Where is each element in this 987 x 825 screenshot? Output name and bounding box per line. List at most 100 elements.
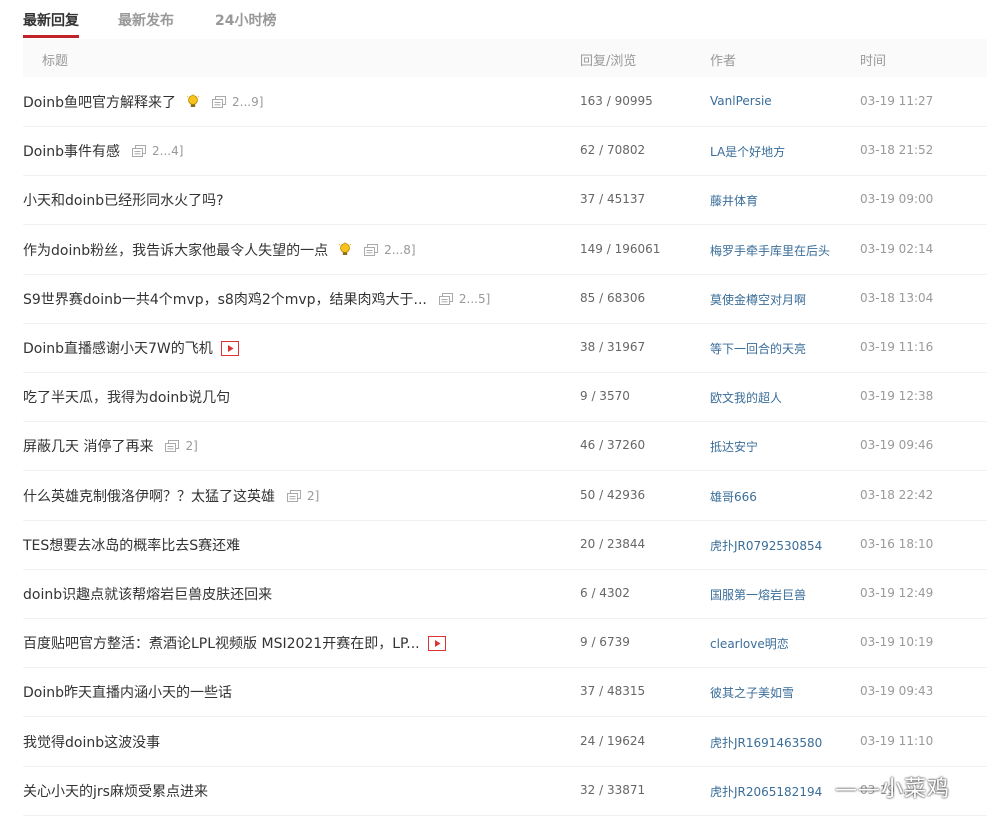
reply-view-count: 20 / 23844 — [580, 537, 646, 551]
thread-title-link[interactable]: 什么英雄克制俄洛伊啊？？太猛了这英雄 — [23, 486, 275, 506]
title-cell: Doinb鱼吧官方解释来了 2...9] — [23, 78, 543, 126]
multi-page-icon — [132, 145, 146, 157]
multi-page-icon — [165, 440, 180, 452]
author-link[interactable]: 彼其之子美如雪 — [710, 684, 794, 701]
column-header-stats: 回复/浏览 — [580, 54, 637, 69]
reply-view-count: 24 / 19624 — [580, 734, 646, 748]
page-range[interactable]: 2...5] — [459, 292, 490, 306]
thread-title-link[interactable]: Doinb事件有感 — [23, 141, 120, 161]
table-row[interactable]: Doinb直播感谢小天7W的飞机 38 / 31967 等下一回合的天亮 03-19 … — [23, 324, 987, 373]
table-row[interactable]: Doinb事件有感 2...4] 62 / 70802 LA是个好地方 03-18 21… — [23, 127, 987, 176]
reply-view-count: 50 / 42936 — [580, 488, 646, 502]
page-range[interactable]: 2...8] — [384, 243, 415, 257]
watermark: ——小菜鸡 — [835, 777, 951, 802]
table-row[interactable]: 屏蔽几天 消停了再来 2] 46 / 37260 抵达安宁 03-19 09:46 — [23, 422, 987, 471]
post-time: 03-19 11:27 — [860, 94, 934, 108]
title-cell: S9世界赛doinb一共4个mvp，s8肉鸡2个mvp，结果肉鸡大于... 2..… — [23, 275, 543, 323]
author-link[interactable]: 虎扑JR1691463580 — [710, 734, 822, 751]
page-range[interactable]: 2...4] — [152, 144, 183, 158]
table-row[interactable]: S9世界赛doinb一共4个mvp，s8肉鸡2个mvp，结果肉鸡大于... 2..… — [23, 275, 987, 324]
author-link[interactable]: 抵达安宁 — [710, 438, 758, 455]
reply-view-count: 163 / 90995 — [580, 94, 653, 108]
author-link[interactable]: LA是个好地方 — [710, 143, 785, 160]
active-tab-indicator — [23, 35, 79, 38]
table-header: 标题 回复/浏览 作者 时间 — [23, 39, 987, 77]
author-link[interactable]: 雄哥666 — [710, 488, 757, 505]
author-link[interactable]: 虎扑JR2065182194 — [710, 783, 822, 800]
post-time: 03-19 11:16 — [860, 340, 934, 354]
title-cell: TES想要去冰岛的概率比去S赛还难 — [23, 521, 543, 569]
thread-title-link[interactable]: Doinb直播感谢小天7W的飞机 — [23, 338, 213, 358]
video-icon[interactable] — [427, 635, 446, 651]
post-time: 03-19 12:49 — [860, 586, 934, 600]
title-cell: Doinb事件有感 2...4] — [23, 127, 543, 175]
thread-title-link[interactable]: 吃了半天瓜，我得为doinb说几句 — [23, 387, 230, 407]
table-row[interactable]: 百度贴吧官方整活：煮酒论LPL视频版 MSI2021开赛在即，LP... 9 / … — [23, 619, 987, 668]
author-link[interactable]: VanlPersie — [710, 94, 772, 108]
thread-title-link[interactable]: TES想要去冰岛的概率比去S赛还难 — [23, 535, 240, 555]
reply-view-count: 38 / 31967 — [580, 340, 646, 354]
tab-bar: 最新回复 最新发布 24小时榜 — [23, 0, 987, 38]
post-time: 03-19 09:43 — [860, 684, 934, 698]
post-time: 03-19 09:00 — [860, 192, 934, 206]
tab-24h-ranking[interactable]: 24小时榜 — [215, 10, 276, 30]
table-row[interactable]: Doinb鱼吧官方解释来了 2...9] 163 / 90995 VanlPersie… — [23, 78, 987, 127]
reply-view-count: 85 / 68306 — [580, 291, 646, 305]
thread-title-link[interactable]: Doinb昨天直播内涵小天的一些话 — [23, 682, 232, 702]
title-cell: 我觉得doinb这波没事 — [23, 718, 543, 766]
thread-title-link[interactable]: 我觉得doinb这波没事 — [23, 732, 160, 752]
post-time: 03-19 02:14 — [860, 242, 934, 256]
page-links[interactable]: 2] — [165, 439, 198, 453]
author-link[interactable]: clearlove明恋 — [710, 635, 789, 652]
title-cell: 屏蔽几天 消停了再来 2] — [23, 422, 543, 470]
table-row[interactable]: 小天和doinb已经形同水火了吗? 37 / 45137 藤井体育 03-19 09:… — [23, 176, 987, 225]
page-links[interactable]: 2...9] — [212, 95, 263, 109]
title-cell: 小天和doinb已经形同水火了吗? — [23, 176, 543, 224]
thread-title-link[interactable]: S9世界赛doinb一共4个mvp，s8肉鸡2个mvp，结果肉鸡大于... — [23, 289, 427, 309]
lightbulb-icon — [338, 242, 352, 258]
thread-title-link[interactable]: 屏蔽几天 消停了再来 — [23, 436, 153, 456]
author-link[interactable]: 欧文我的超人 — [710, 389, 782, 406]
reply-view-count: 149 / 196061 — [580, 242, 661, 256]
column-header-time: 时间 — [860, 54, 887, 69]
title-cell: 什么英雄克制俄洛伊啊？？太猛了这英雄 2] — [23, 472, 543, 520]
page-range[interactable]: 2...9] — [232, 95, 263, 109]
author-link[interactable]: 虎扑JR0792530854 — [710, 537, 822, 554]
page-links[interactable]: 2...8] — [364, 243, 416, 257]
reply-view-count: 37 / 45137 — [580, 192, 646, 206]
title-cell: 关心小天的jrs麻烦受累点进来 — [23, 767, 543, 815]
page-links[interactable]: 2...4] — [132, 144, 183, 158]
author-link[interactable]: 等下一回合的天亮 — [710, 340, 806, 357]
page-links[interactable]: 2] — [287, 489, 319, 503]
table-row[interactable]: Doinb昨天直播内涵小天的一些话 37 / 48315 彼其之子美如雪 03-19 … — [23, 668, 987, 717]
table-row[interactable]: 我觉得doinb这波没事 24 / 19624 虎扑JR1691463580 03-1… — [23, 718, 987, 767]
table-row[interactable]: 作为doinb粉丝，我告诉大家他最令人失望的一点 2...8] 149 / 1960… — [23, 226, 987, 275]
reply-view-count: 32 / 33871 — [580, 783, 646, 797]
multi-page-icon — [438, 293, 453, 305]
thread-title-link[interactable]: doinb识趣点就该帮熔岩巨兽皮肤还回来 — [23, 584, 272, 604]
table-row[interactable]: 什么英雄克制俄洛伊啊？？太猛了这英雄 2] 50 / 42936 雄哥666 03-18… — [23, 472, 987, 521]
thread-title-link[interactable]: 作为doinb粉丝，我告诉大家他最令人失望的一点 — [23, 240, 328, 260]
author-link[interactable]: 莫使金樽空对月啊 — [710, 291, 806, 308]
table-row[interactable]: 吃了半天瓜，我得为doinb说几句 9 / 3570 欧文我的超人 03-19 12:… — [23, 373, 987, 422]
tab-latest-reply[interactable]: 最新回复 — [23, 10, 79, 30]
thread-title-link[interactable]: 关心小天的jrs麻烦受累点进来 — [23, 781, 208, 801]
title-cell: 百度贴吧官方整活：煮酒论LPL视频版 MSI2021开赛在即，LP... — [23, 619, 543, 667]
thread-title-link[interactable]: 小天和doinb已经形同水火了吗? — [23, 190, 224, 210]
table-row[interactable]: doinb识趣点就该帮熔岩巨兽皮肤还回来 6 / 4302 国服第一熔岩巨兽 03-1… — [23, 570, 987, 619]
post-time: 03-18 21:52 — [860, 143, 934, 157]
column-header-title: 标题 — [42, 54, 69, 69]
page-range[interactable]: 2] — [185, 439, 197, 453]
author-link[interactable]: 藤井体育 — [710, 192, 758, 209]
video-icon[interactable] — [220, 340, 239, 356]
author-link[interactable]: 国服第一熔岩巨兽 — [710, 586, 806, 603]
table-row[interactable]: TES想要去冰岛的概率比去S赛还难 20 / 23844 虎扑JR079253085… — [23, 521, 987, 570]
author-link[interactable]: 梅罗手牵手库里在后头 — [710, 242, 830, 259]
title-cell: Doinb直播感谢小天7W的飞机 — [23, 324, 543, 372]
page-range[interactable]: 2] — [307, 489, 319, 503]
post-time: 03-18 22:42 — [860, 488, 934, 502]
page-links[interactable]: 2...5] — [438, 292, 490, 306]
thread-title-link[interactable]: 百度贴吧官方整活：煮酒论LPL视频版 MSI2021开赛在即，LP... — [23, 633, 420, 653]
thread-title-link[interactable]: Doinb鱼吧官方解释来了 — [23, 92, 176, 112]
tab-latest-post[interactable]: 最新发布 — [118, 10, 174, 30]
